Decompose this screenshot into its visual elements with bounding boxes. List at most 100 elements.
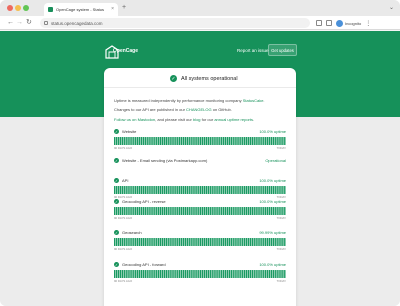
uptime-day-bar[interactable] xyxy=(228,270,231,278)
uptime-day-bar[interactable] xyxy=(247,186,250,194)
uptime-day-bar[interactable] xyxy=(146,270,148,278)
uptime-day-bar[interactable] xyxy=(219,270,221,278)
uptime-day-bar[interactable] xyxy=(215,207,217,215)
uptime-day-bar[interactable] xyxy=(226,238,229,246)
uptime-day-bar[interactable] xyxy=(178,207,181,215)
uptime-day-bar[interactable] xyxy=(238,207,240,215)
uptime-day-bar[interactable] xyxy=(247,238,250,246)
uptime-day-bar[interactable] xyxy=(264,270,267,278)
uptime-day-bar[interactable] xyxy=(148,207,150,215)
uptime-day-bar[interactable] xyxy=(257,207,259,215)
uptime-day-bar[interactable] xyxy=(272,238,275,246)
uptime-day-bar[interactable] xyxy=(224,238,227,246)
uptime-day-bar[interactable] xyxy=(142,137,145,145)
uptime-day-bar[interactable] xyxy=(150,186,152,194)
uptime-day-bar[interactable] xyxy=(253,137,255,145)
uptime-day-bar[interactable] xyxy=(123,270,125,278)
uptime-day-bar[interactable] xyxy=(230,238,232,246)
uptime-day-bar[interactable] xyxy=(282,186,284,194)
uptime-day-bar[interactable] xyxy=(259,270,261,278)
uptime-day-bar[interactable] xyxy=(150,270,152,278)
uptime-day-bar[interactable] xyxy=(249,207,252,215)
uptime-day-bar[interactable] xyxy=(278,137,280,145)
uptime-day-bar[interactable] xyxy=(169,238,171,246)
uptime-day-bar[interactable] xyxy=(173,137,175,145)
uptime-day-bar[interactable] xyxy=(161,207,164,215)
uptime-day-bar[interactable] xyxy=(276,207,278,215)
uptime-day-bar[interactable] xyxy=(180,238,183,246)
uptime-day-bar[interactable] xyxy=(156,207,158,215)
uptime-day-bar[interactable] xyxy=(219,238,221,246)
uptime-day-bar[interactable] xyxy=(136,207,139,215)
uptime-day-bar[interactable] xyxy=(119,238,122,246)
uptime-day-bar[interactable] xyxy=(152,238,154,246)
uptime-day-bar[interactable] xyxy=(150,207,152,215)
uptime-day-bar[interactable] xyxy=(180,270,183,278)
uptime-day-bar[interactable] xyxy=(135,186,137,194)
uptime-day-bar[interactable] xyxy=(190,137,192,145)
uptime-day-bar[interactable] xyxy=(167,186,169,194)
uptime-day-bar[interactable] xyxy=(144,207,146,215)
uptime-day-bar[interactable] xyxy=(243,270,246,278)
uptime-day-bar[interactable] xyxy=(217,207,219,215)
uptime-day-bar[interactable] xyxy=(136,270,139,278)
uptime-day-bar[interactable] xyxy=(247,270,250,278)
uptime-day-bar[interactable] xyxy=(274,186,276,194)
uptime-day-bar[interactable] xyxy=(274,238,276,246)
uptime-day-bar[interactable] xyxy=(119,186,122,194)
uptime-day-bar[interactable] xyxy=(284,137,286,145)
uptime-day-bar[interactable] xyxy=(136,238,139,246)
uptime-day-bar[interactable] xyxy=(253,238,255,246)
minimize-window-button[interactable] xyxy=(15,5,21,11)
uptime-day-bar[interactable] xyxy=(224,207,227,215)
uptime-day-bar[interactable] xyxy=(157,186,160,194)
uptime-day-bar[interactable] xyxy=(144,270,146,278)
uptime-day-bar[interactable] xyxy=(146,238,148,246)
uptime-day-bar[interactable] xyxy=(200,186,202,194)
uptime-day-bar[interactable] xyxy=(196,207,198,215)
uptime-day-bar[interactable] xyxy=(200,238,202,246)
uptime-day-bar[interactable] xyxy=(230,137,232,145)
uptime-day-bar[interactable] xyxy=(201,137,204,145)
uptime-day-bar[interactable] xyxy=(178,186,181,194)
uptime-day-bar[interactable] xyxy=(135,270,137,278)
uptime-day-bar[interactable] xyxy=(148,238,150,246)
uptime-day-bar[interactable] xyxy=(251,207,254,215)
uptime-day-bar[interactable] xyxy=(123,207,125,215)
uptime-day-bar[interactable] xyxy=(264,186,267,194)
uptime-day-bar[interactable] xyxy=(190,186,192,194)
uptime-day-bar[interactable] xyxy=(156,186,158,194)
uptime-reports-link[interactable]: annual uptime reports xyxy=(214,117,253,122)
uptime-day-bar[interactable] xyxy=(238,238,240,246)
uptime-day-bar[interactable] xyxy=(154,207,156,215)
uptime-day-bar[interactable] xyxy=(114,186,116,194)
uptime-day-bar[interactable] xyxy=(274,270,276,278)
uptime-day-bar[interactable] xyxy=(282,270,284,278)
uptime-day-bar[interactable] xyxy=(117,207,120,215)
uptime-day-bar[interactable] xyxy=(278,270,280,278)
uptime-day-bar[interactable] xyxy=(243,137,246,145)
uptime-day-bar[interactable] xyxy=(243,186,246,194)
uptime-day-bar[interactable] xyxy=(203,186,206,194)
uptime-day-bar[interactable] xyxy=(245,186,248,194)
uptime-day-bar[interactable] xyxy=(125,207,127,215)
uptime-day-bar[interactable] xyxy=(123,186,125,194)
uptime-day-bar[interactable] xyxy=(234,238,236,246)
uptime-day-bar[interactable] xyxy=(224,137,227,145)
uptime-day-bar[interactable] xyxy=(251,186,254,194)
uptime-day-bar[interactable] xyxy=(238,270,240,278)
uptime-day-bar[interactable] xyxy=(186,207,189,215)
uptime-day-bar[interactable] xyxy=(198,137,200,145)
uptime-day-bar[interactable] xyxy=(165,186,168,194)
get-updates-button[interactable]: Get updates xyxy=(268,44,297,56)
uptime-day-bar[interactable] xyxy=(131,137,133,145)
uptime-day-bar[interactable] xyxy=(221,238,223,246)
logo-text[interactable]: OpenCage xyxy=(113,48,138,54)
uptime-day-bar[interactable] xyxy=(278,186,280,194)
uptime-day-bar[interactable] xyxy=(213,270,215,278)
uptime-day-bar[interactable] xyxy=(157,207,160,215)
uptime-day-bar[interactable] xyxy=(209,137,211,145)
uptime-day-bar[interactable] xyxy=(219,207,221,215)
uptime-day-bar[interactable] xyxy=(129,186,131,194)
uptime-day-bar[interactable] xyxy=(276,186,278,194)
